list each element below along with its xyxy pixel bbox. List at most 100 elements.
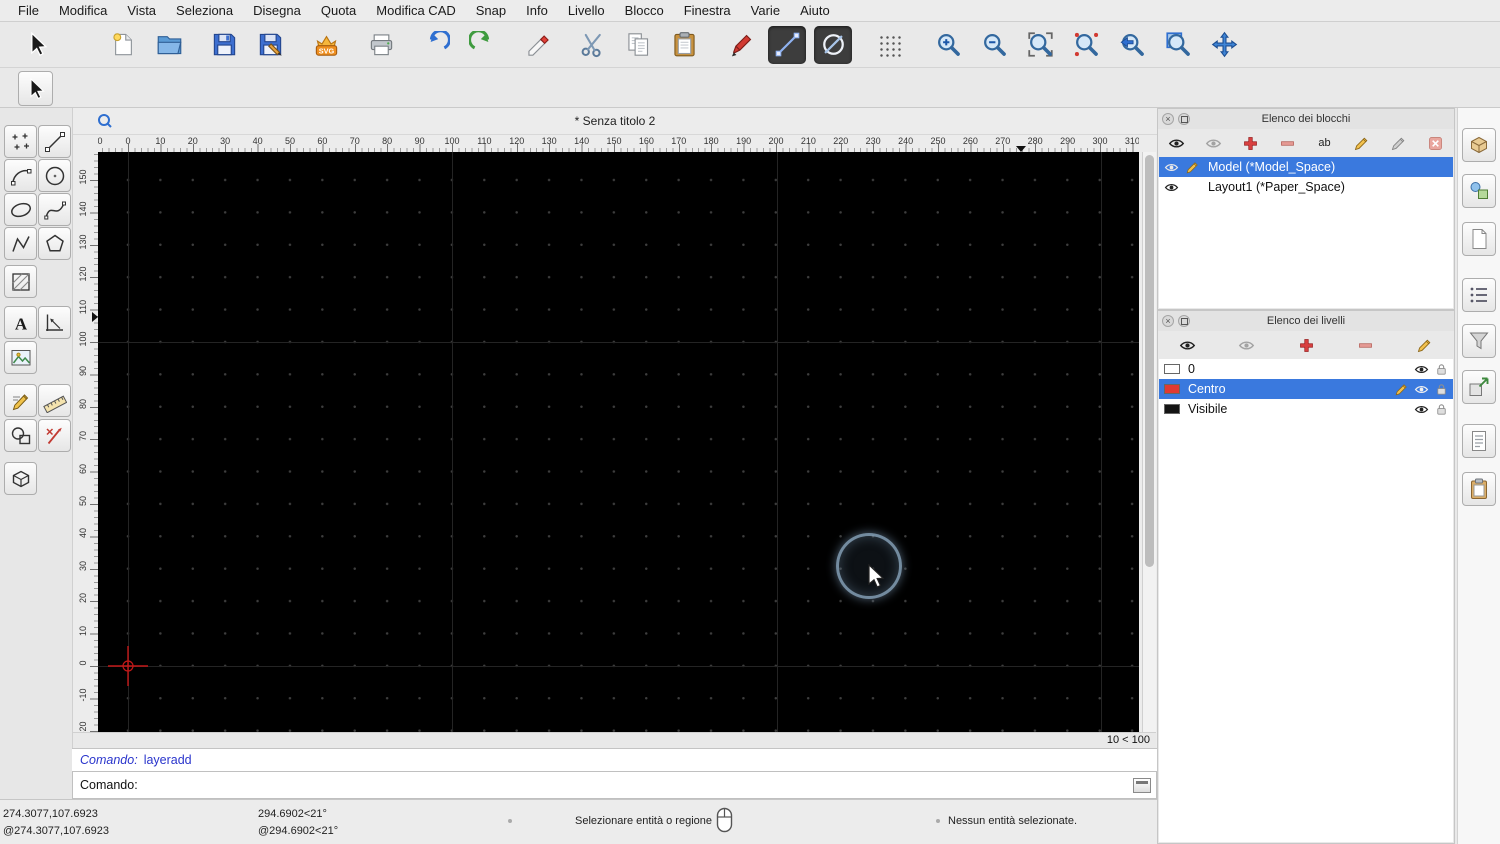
menu-file[interactable]: File xyxy=(8,0,49,22)
block-row[interactable]: Model (*Model_Space) xyxy=(1159,157,1453,177)
panel-close-button[interactable] xyxy=(1162,113,1174,125)
image-tool-button[interactable] xyxy=(4,341,37,374)
edit-pencil-icon[interactable] xyxy=(1185,160,1202,175)
eraser-button[interactable] xyxy=(519,26,557,64)
menu-seleziona[interactable]: Seleziona xyxy=(166,0,243,22)
hatch-tool-button[interactable] xyxy=(4,265,37,298)
zoom-previous-button[interactable] xyxy=(1113,26,1151,64)
block-row[interactable]: Layout1 (*Paper_Space) xyxy=(1159,177,1453,197)
add-layer-button[interactable] xyxy=(1276,333,1335,357)
copy-button[interactable] xyxy=(619,26,657,64)
menu-varie[interactable]: Varie xyxy=(741,0,790,22)
layer-row[interactable]: Visibile xyxy=(1159,399,1453,419)
visibility-icon[interactable] xyxy=(1414,362,1429,377)
zoom-pan-button[interactable] xyxy=(1205,26,1243,64)
line-tool-button[interactable] xyxy=(38,125,71,158)
edit-pencil-icon[interactable] xyxy=(1394,382,1409,397)
dock-library-button[interactable] xyxy=(1462,174,1496,208)
add-block-button[interactable] xyxy=(1232,131,1269,155)
zoom-select-button[interactable] xyxy=(1067,26,1105,64)
layer-color-swatch[interactable] xyxy=(1164,364,1180,374)
draw-line-button[interactable] xyxy=(768,25,806,64)
dock-command-list-button[interactable] xyxy=(1462,278,1496,312)
lock-icon[interactable] xyxy=(1434,402,1449,417)
menu-snap[interactable]: Snap xyxy=(466,0,516,22)
dock-properties-button[interactable] xyxy=(1462,424,1496,458)
remove-layer-button[interactable] xyxy=(1336,333,1395,357)
selection-tool-button[interactable] xyxy=(18,71,53,106)
zoom-window-button[interactable] xyxy=(1159,26,1197,64)
visibility-icon[interactable] xyxy=(1414,402,1429,417)
polyline-tool-button[interactable] xyxy=(4,227,37,260)
layer-row[interactable]: 0 xyxy=(1159,359,1453,379)
menu-modifica-cad[interactable]: Modifica CAD xyxy=(366,0,465,22)
menu-finestra[interactable]: Finestra xyxy=(674,0,741,22)
visibility-icon[interactable] xyxy=(1414,382,1429,397)
panel-float-button[interactable] xyxy=(1178,315,1190,327)
draw-circle-button[interactable] xyxy=(814,25,852,64)
new-file-button[interactable] xyxy=(104,26,142,64)
menu-livello[interactable]: Livello xyxy=(558,0,615,22)
select-tool-button[interactable] xyxy=(18,26,56,64)
print-preview-button[interactable] xyxy=(362,26,400,64)
menu-quota[interactable]: Quota xyxy=(311,0,366,22)
dock-block-list-button[interactable] xyxy=(1462,128,1496,162)
text-tool-button[interactable]: A xyxy=(4,306,37,339)
undo-button[interactable] xyxy=(417,26,455,64)
save-button[interactable] xyxy=(205,26,243,64)
info-tool-button[interactable] xyxy=(4,419,37,452)
menu-blocco[interactable]: Blocco xyxy=(615,0,674,22)
save-as-button[interactable] xyxy=(251,26,289,64)
vertical-scrollbar[interactable] xyxy=(1142,152,1156,732)
delete-tool-button[interactable] xyxy=(38,419,71,452)
layer-color-swatch[interactable] xyxy=(1164,384,1180,394)
layer-row[interactable]: Centro xyxy=(1159,379,1453,399)
zoom-auto-button[interactable] xyxy=(1021,26,1059,64)
grid-toggle-button[interactable] xyxy=(870,26,908,64)
toggle-block-visibility-button[interactable] xyxy=(1158,131,1195,155)
show-all-layers-button[interactable] xyxy=(1158,333,1217,357)
panel-float-button[interactable] xyxy=(1178,113,1190,125)
block-tool-button[interactable] xyxy=(4,462,37,495)
measure-tool-button[interactable] xyxy=(38,384,71,417)
redo-button[interactable] xyxy=(463,26,501,64)
polygon-tool-button[interactable] xyxy=(38,227,71,260)
remove-block-button[interactable] xyxy=(1269,131,1306,155)
delete-block-button[interactable] xyxy=(1417,131,1454,155)
lock-icon[interactable] xyxy=(1434,362,1449,377)
zoom-out-button[interactable] xyxy=(975,26,1013,64)
svg-export-button[interactable]: SVG xyxy=(307,26,345,64)
points-tool-button[interactable] xyxy=(4,125,37,158)
layer-color-swatch[interactable] xyxy=(1164,404,1180,414)
menu-modifica[interactable]: Modifica xyxy=(49,0,117,22)
dock-layer-filter-button[interactable] xyxy=(1462,324,1496,358)
spline-tool-button[interactable] xyxy=(38,193,71,226)
ellipse-tool-button[interactable] xyxy=(4,193,37,226)
dock-new-view-button[interactable] xyxy=(1462,222,1496,256)
menu-vista[interactable]: Vista xyxy=(117,0,166,22)
command-input[interactable] xyxy=(141,774,1129,796)
dock-clipboard-button[interactable] xyxy=(1462,472,1496,506)
cut-button[interactable] xyxy=(573,26,611,64)
dimension-tool-button[interactable] xyxy=(38,306,71,339)
open-file-button[interactable] xyxy=(150,26,188,64)
dock-insert-button[interactable] xyxy=(1462,370,1496,404)
hide-all-layers-button[interactable] xyxy=(1217,333,1276,357)
attributes-pen-button[interactable] xyxy=(722,26,760,64)
menu-disegna[interactable]: Disegna xyxy=(243,0,311,22)
edit-layer-button[interactable] xyxy=(1395,333,1454,357)
zoom-in-button[interactable] xyxy=(929,26,967,64)
visibility-icon[interactable] xyxy=(1164,160,1181,175)
drawing-canvas[interactable] xyxy=(98,152,1139,732)
visibility-icon[interactable] xyxy=(1164,180,1181,195)
menu-info[interactable]: Info xyxy=(516,0,558,22)
edit-block-attributes-button[interactable] xyxy=(1380,131,1417,155)
rename-block-button[interactable]: ab xyxy=(1306,131,1343,155)
hide-all-blocks-button[interactable] xyxy=(1195,131,1232,155)
modify-tool-button[interactable] xyxy=(4,384,37,417)
menu-aiuto[interactable]: Aiuto xyxy=(790,0,840,22)
arc-tool-button[interactable] xyxy=(4,159,37,192)
circle-tool-button[interactable] xyxy=(38,159,71,192)
paste-button[interactable] xyxy=(665,26,703,64)
command-options-button[interactable] xyxy=(1133,777,1151,793)
